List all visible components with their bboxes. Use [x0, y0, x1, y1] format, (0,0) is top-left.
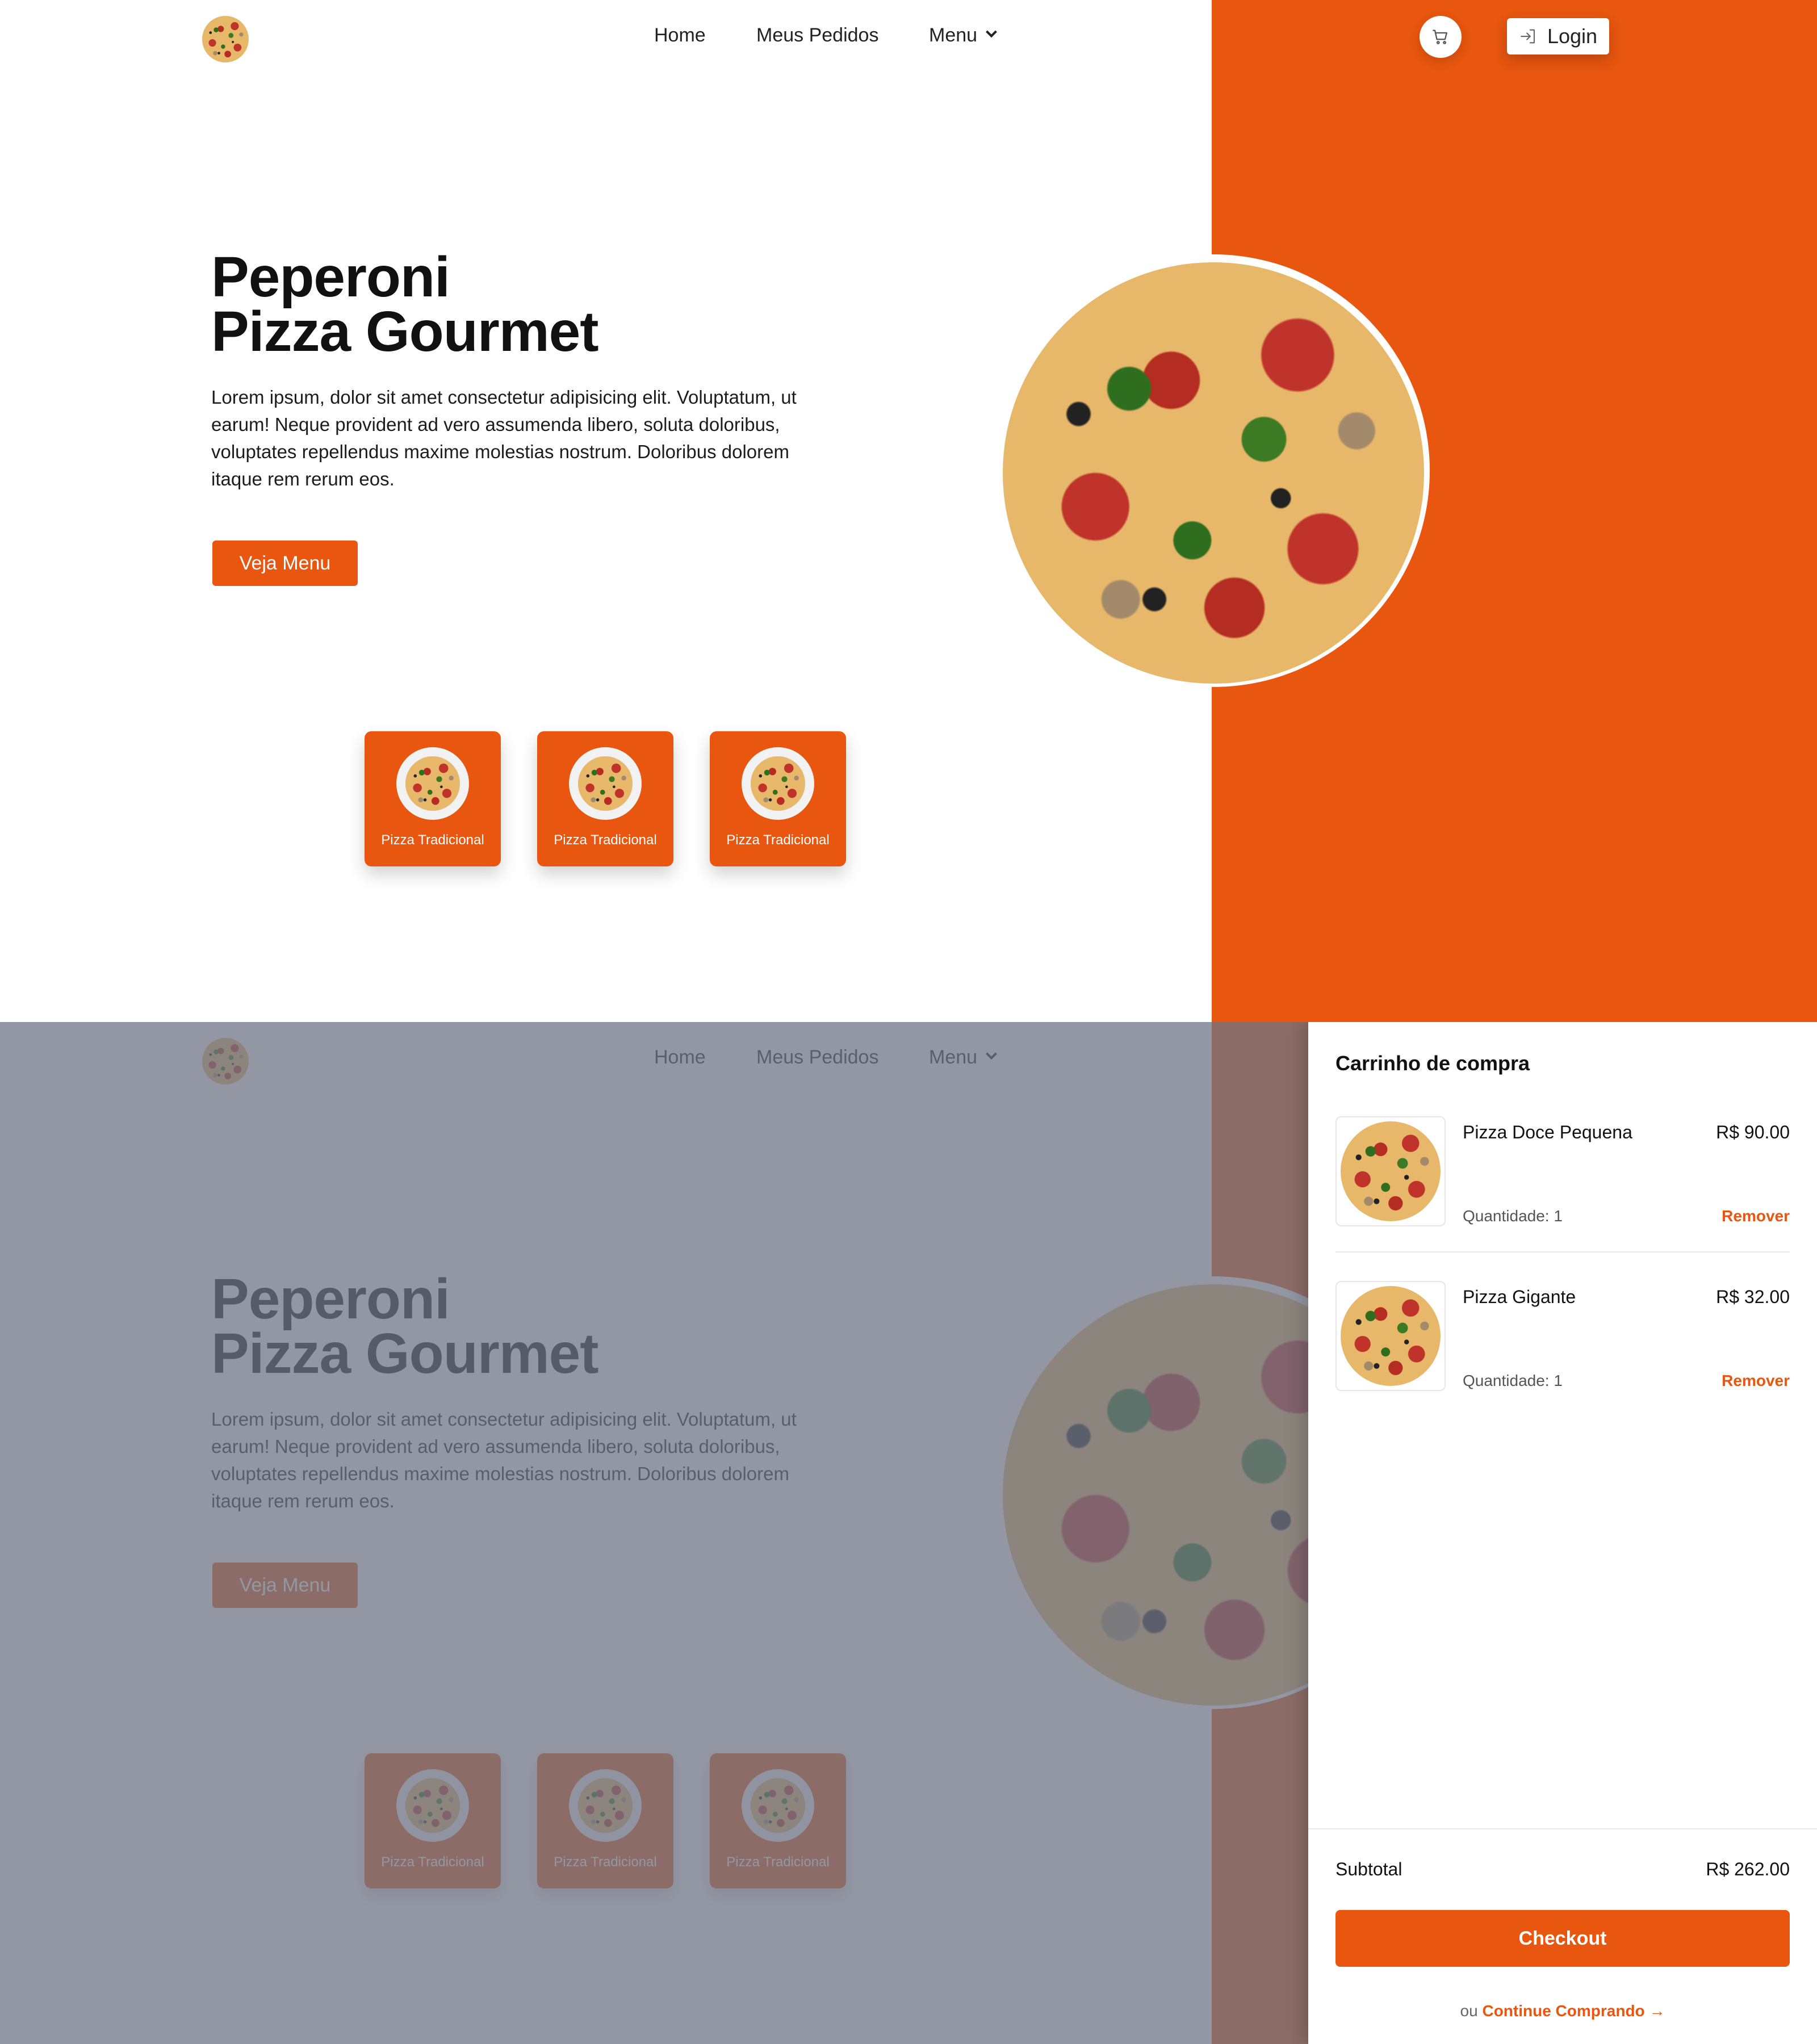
- hero-title: Peperoni Pizza Gourmet: [211, 245, 599, 363]
- nav-menu-dropdown[interactable]: Menu: [929, 23, 997, 48]
- continue-shopping: ou Continue Comprando →: [1308, 2002, 1817, 2020]
- cart-item-name: Pizza Doce Pequena: [1463, 1122, 1632, 1142]
- cart-item-thumbnail: [1335, 1281, 1446, 1391]
- nav-home-label: Home: [654, 24, 706, 46]
- cart-item-quantity: Quantidade: 1: [1463, 1207, 1563, 1225]
- login-label: Login: [1547, 24, 1598, 48]
- cart-item-price: R$ 32.00: [1716, 1287, 1790, 1307]
- logo[interactable]: [202, 16, 249, 62]
- subtotal-value: R$ 262.00: [1706, 1859, 1790, 1879]
- nav-orders-link[interactable]: Meus Pedidos: [756, 23, 878, 48]
- hero-title-line2: Pizza Gourmet: [211, 300, 599, 363]
- category-plate: [569, 747, 642, 820]
- cart-icon: [1433, 30, 1447, 44]
- shopping-cart-drawer: Carrinho de compra Pizza Doce Pequena R$…: [1308, 1022, 1817, 2044]
- cart-footer-divider: [1308, 1828, 1817, 1829]
- nav-menu-label: Menu: [929, 24, 978, 46]
- hero-title-line1: Peperoni: [211, 245, 450, 309]
- category-label: Pizza Tradicional: [554, 832, 657, 848]
- pizza-image: [405, 756, 460, 811]
- category-label: Pizza Tradicional: [381, 832, 484, 848]
- cart-item-quantity: Quantidade: 1: [1463, 1372, 1563, 1389]
- landing-page-with-cart: Home Meus Pedidos Menu Peperoni Pizza Go…: [0, 1022, 1817, 2044]
- category-list: Pizza Tradicional Pizza Tradicional Pizz…: [365, 731, 846, 866]
- pizza-image: [1341, 1286, 1441, 1386]
- category-plate: [742, 747, 814, 820]
- category-card[interactable]: Pizza Tradicional: [710, 731, 846, 866]
- category-card[interactable]: Pizza Tradicional: [365, 731, 501, 866]
- subtotal-label: Subtotal: [1335, 1859, 1402, 1879]
- continue-prefix: ou: [1460, 2002, 1478, 2020]
- remove-item-button[interactable]: Remover: [1722, 1372, 1790, 1390]
- category-label: Pizza Tradicional: [726, 832, 830, 848]
- category-card[interactable]: Pizza Tradicional: [537, 731, 673, 866]
- cart-button[interactable]: [1420, 16, 1462, 58]
- pizza-image: [751, 756, 805, 811]
- cart-item-divider: [1335, 1251, 1790, 1253]
- nav-home-link[interactable]: Home: [654, 23, 706, 48]
- landing-page: Home Meus Pedidos Menu Login Peperoni Pi…: [0, 0, 1817, 1022]
- cart-title: Carrinho de compra: [1335, 1052, 1530, 1075]
- hero-pizza-image: [1003, 262, 1424, 684]
- chevron-down-icon: [986, 26, 997, 38]
- cart-item-name: Pizza Gigante: [1463, 1287, 1576, 1307]
- pizza-image: [1341, 1121, 1441, 1221]
- cart-item-thumbnail: [1335, 1116, 1446, 1226]
- see-menu-label: Veja Menu: [239, 552, 331, 574]
- cart-item: Pizza Doce Pequena R$ 90.00 Quantidade: …: [1335, 1116, 1790, 1228]
- cart-item: Pizza Gigante R$ 32.00 Quantidade: 1 Rem…: [1335, 1281, 1790, 1392]
- checkout-button[interactable]: Checkout: [1335, 1910, 1790, 1967]
- category-plate: [396, 747, 469, 820]
- cart-item-price: R$ 90.00: [1716, 1122, 1790, 1142]
- pizza-image: [578, 756, 633, 811]
- checkout-label: Checkout: [1518, 1927, 1607, 1949]
- see-menu-button[interactable]: Veja Menu: [212, 541, 358, 586]
- login-icon: [1521, 29, 1535, 44]
- continue-shopping-link[interactable]: Continue Comprando →: [1482, 2002, 1665, 2020]
- login-button[interactable]: Login: [1507, 18, 1609, 55]
- nav-orders-label: Meus Pedidos: [756, 24, 879, 46]
- remove-item-button[interactable]: Remover: [1722, 1207, 1790, 1225]
- hero-description: Lorem ipsum, dolor sit amet consectetur …: [211, 387, 797, 489]
